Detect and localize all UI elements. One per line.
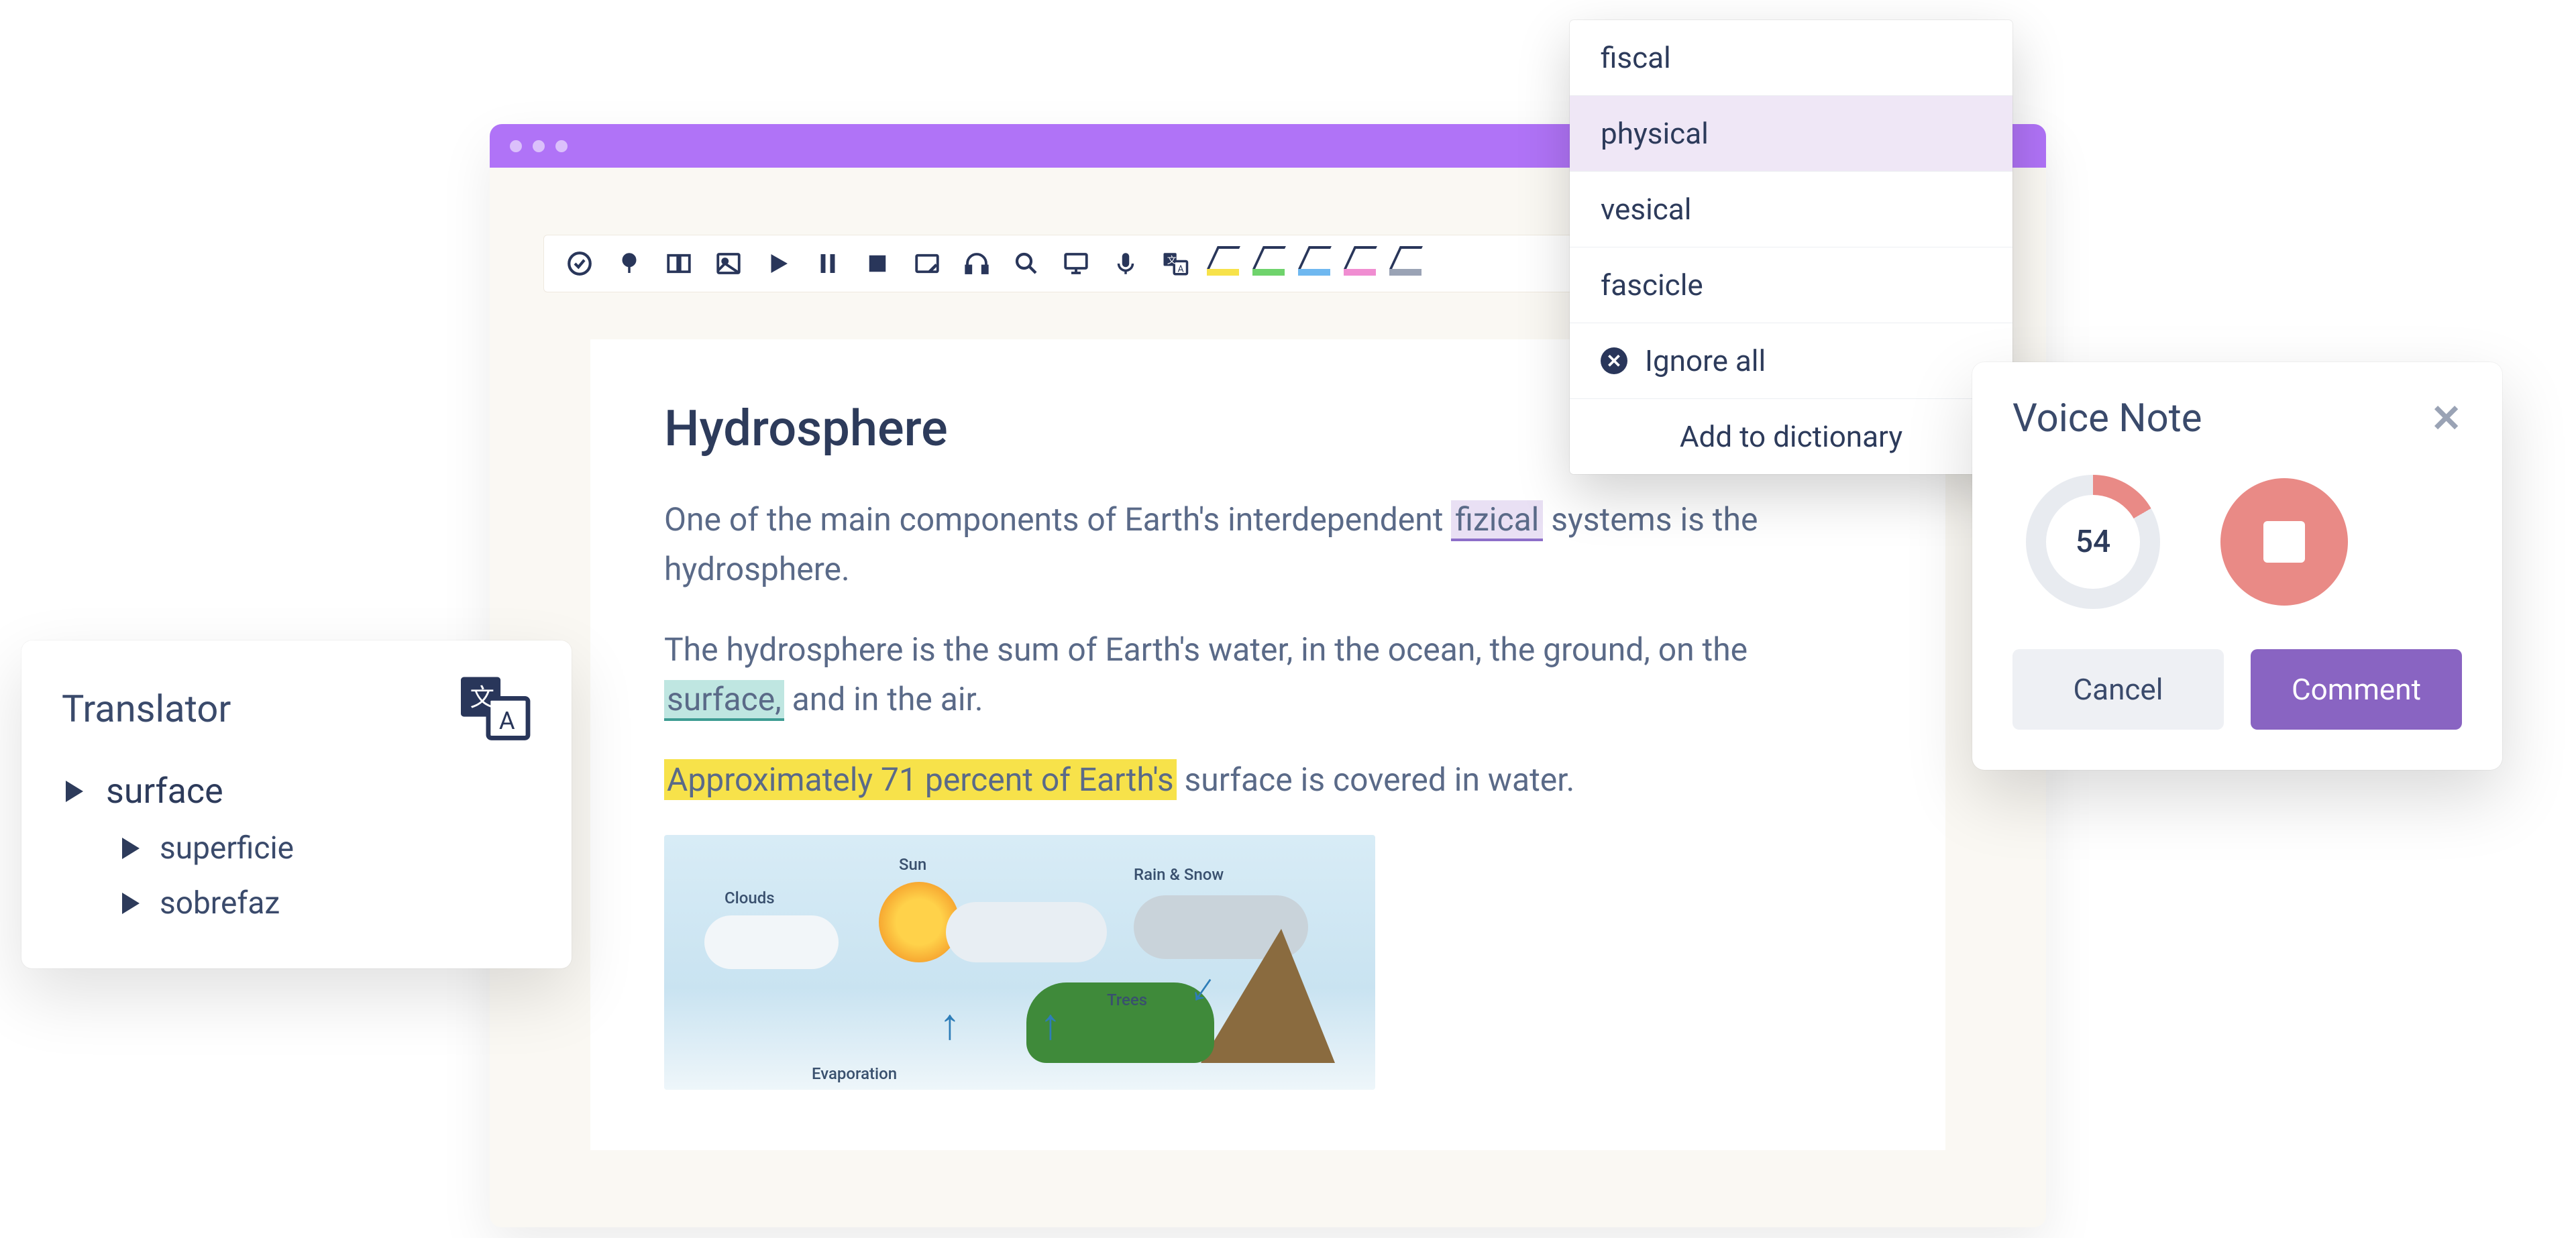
window-min-dot[interactable] xyxy=(533,140,545,152)
pause-icon[interactable] xyxy=(810,245,846,282)
translator-title: Translator xyxy=(62,687,231,731)
mic-icon[interactable] xyxy=(1108,245,1144,282)
tree-icon[interactable] xyxy=(611,245,647,282)
spell-suggestion-label: fiscal xyxy=(1601,40,1671,75)
stop-icon xyxy=(2263,521,2305,563)
spell-suggestion-1[interactable]: physical xyxy=(1570,96,2012,172)
spell-suggestion-label: vesical xyxy=(1601,192,1691,227)
voice-note-title: Voice Note xyxy=(2012,396,2202,441)
cancel-button[interactable]: Cancel xyxy=(2012,649,2224,730)
translation-label: sobrefaz xyxy=(160,885,280,921)
yellow-highlight-span[interactable]: Approximately 71 percent of Earth's xyxy=(664,759,1177,800)
paragraph-3: Approximately 71 percent of Earth's surf… xyxy=(664,755,1872,805)
spell-suggestion-label: fascicle xyxy=(1601,268,1703,302)
image-icon[interactable] xyxy=(710,245,747,282)
spell-suggestion-2[interactable]: vesical xyxy=(1570,172,2012,247)
record-timer-ring: 54 xyxy=(2026,475,2160,609)
check-icon[interactable] xyxy=(561,245,598,282)
illus-label-trees: Trees xyxy=(1107,991,1147,1009)
up-arrow-icon: ↑ xyxy=(1040,999,1061,1050)
highlighter-green[interactable] xyxy=(1252,251,1285,276)
highlighter-clear[interactable] xyxy=(1389,251,1421,276)
monitor-icon[interactable] xyxy=(1058,245,1094,282)
p2-text-b: and in the air. xyxy=(784,680,983,718)
translator-source-word: surface xyxy=(106,771,223,811)
highlighter-blue[interactable] xyxy=(1298,251,1330,276)
illus-label-clouds: Clouds xyxy=(724,889,775,907)
play-icon[interactable] xyxy=(760,245,796,282)
teal-highlight-word[interactable]: surface, xyxy=(664,680,784,721)
svg-text:文: 文 xyxy=(1167,256,1177,266)
screenshot-icon[interactable] xyxy=(909,245,945,282)
p3-text-b: surface is covered in water. xyxy=(1177,761,1575,799)
record-seconds: 54 xyxy=(2046,495,2140,589)
spell-suggestion-3[interactable]: fascicle xyxy=(1570,247,2012,323)
illus-label-sun: Sun xyxy=(899,855,926,874)
translation-item-0[interactable]: superficie xyxy=(122,830,531,866)
up-arrow-icon: ↑ xyxy=(939,999,961,1050)
misspelled-word[interactable]: fizical xyxy=(1451,500,1543,541)
paragraph-1: One of the main components of Earth's in… xyxy=(664,495,1872,595)
p2-text-a: The hydrosphere is the sum of Earth's wa… xyxy=(664,630,1748,669)
translation-item-1[interactable]: sobrefaz xyxy=(122,885,531,921)
translator-panel: Translator 文A surface superficie sobrefa… xyxy=(21,640,572,968)
headphones-icon[interactable] xyxy=(959,245,995,282)
translate-icon[interactable]: 文A xyxy=(1157,245,1193,282)
comment-button[interactable]: Comment xyxy=(2251,649,2462,730)
cloud-graphic xyxy=(946,902,1107,962)
spell-add-dictionary[interactable]: Add to dictionary xyxy=(1570,399,2012,474)
highlighter-yellow[interactable] xyxy=(1207,251,1239,276)
play-icon[interactable] xyxy=(122,838,140,859)
window-close-dot[interactable] xyxy=(510,140,522,152)
translation-label: superficie xyxy=(160,830,294,866)
voice-note-panel: Voice Note ✕ 54 Cancel Comment xyxy=(1972,362,2502,770)
p1-text-a: One of the main components of Earth's in… xyxy=(664,500,1451,539)
spell-add-label: Add to dictionary xyxy=(1680,419,1902,454)
book-icon[interactable] xyxy=(661,245,697,282)
paragraph-2: The hydrosphere is the sum of Earth's wa… xyxy=(664,625,1872,725)
play-icon[interactable] xyxy=(66,781,83,802)
translate-icon: 文A xyxy=(458,674,531,744)
stop-record-button[interactable] xyxy=(2220,478,2348,606)
window-max-dot[interactable] xyxy=(555,140,568,152)
stop-icon[interactable] xyxy=(859,245,896,282)
illus-label-evap: Evaporation xyxy=(812,1064,897,1083)
close-circle-icon: ✕ xyxy=(1601,347,1627,374)
water-cycle-illustration: ↑ ↑ ↓ Sun Clouds Rain & Snow Trees Evapo… xyxy=(664,835,1375,1090)
spell-suggestion-label: physical xyxy=(1601,116,1709,151)
highlighter-pink[interactable] xyxy=(1344,251,1376,276)
close-icon[interactable]: ✕ xyxy=(2430,396,2462,441)
translator-source-row[interactable]: surface xyxy=(66,771,531,811)
spell-ignore-all[interactable]: ✕ Ignore all xyxy=(1570,323,2012,399)
svg-text:文: 文 xyxy=(470,683,494,712)
play-icon[interactable] xyxy=(122,893,140,914)
cloud-graphic xyxy=(704,915,839,969)
illus-label-rain: Rain & Snow xyxy=(1134,865,1224,884)
spell-suggestion-0[interactable]: fiscal xyxy=(1570,20,2012,96)
spell-ignore-label: Ignore all xyxy=(1645,343,1766,378)
svg-text:A: A xyxy=(499,706,515,735)
svg-text:A: A xyxy=(1178,264,1184,274)
search-icon[interactable] xyxy=(1008,245,1044,282)
mountain-graphic xyxy=(1201,929,1335,1063)
spellcheck-menu: fiscal physical vesical fascicle ✕ Ignor… xyxy=(1570,20,2012,474)
